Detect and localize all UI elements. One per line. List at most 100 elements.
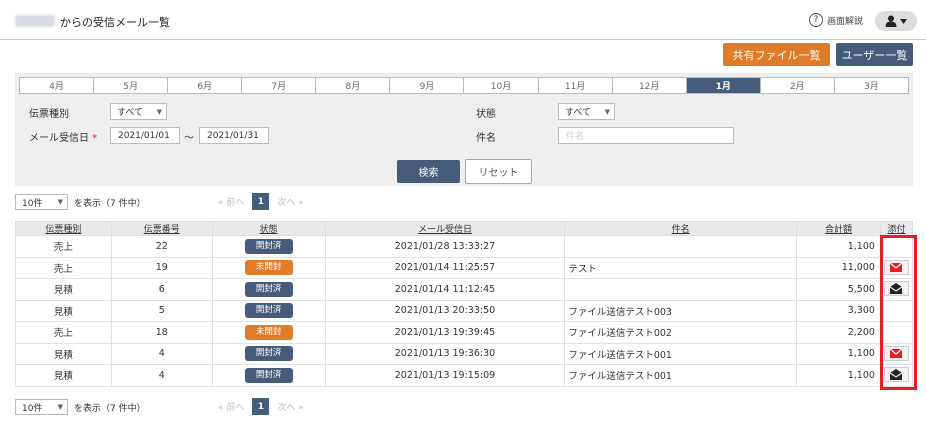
status-value: すべて [565, 108, 592, 118]
slip-number-link[interactable]: 4 [110, 364, 213, 387]
pager-bottom: « 前へ 1 次へ » [218, 398, 304, 415]
cell-slip-type: 見積 [15, 364, 112, 387]
question-circle-icon: ? [809, 13, 823, 27]
cell-subject [564, 235, 798, 258]
next-page-link[interactable]: 次へ » [277, 400, 303, 413]
status-badge: 未開封 [244, 324, 293, 340]
per-page-control-bottom: 10件 ▼ を表示（7 件中） [15, 399, 146, 415]
reset-button[interactable]: リセット [465, 159, 532, 184]
help-label: 画面解説 [827, 16, 864, 27]
result-summary: を表示（7 件中） [74, 198, 146, 209]
slip-type-select[interactable]: すべて ▼ [110, 103, 167, 120]
slip-number-link[interactable]: 19 [110, 256, 213, 279]
help-link[interactable]: ? 画面解説 [809, 13, 863, 27]
status-label: 状態 [476, 109, 496, 120]
table-header-row: 伝票種別 伝票番号 状態 メール受信日 件名 合計額 添付 [15, 221, 914, 236]
cell-subject: ファイル送信テスト001 [564, 342, 798, 365]
status-badge: 開封済 [244, 303, 293, 319]
month-tab[interactable]: 8月 [316, 78, 391, 93]
per-page-select-bottom[interactable]: 10件 ▼ [15, 399, 68, 415]
slip-type-value: すべて [117, 108, 144, 118]
month-tab[interactable]: 4月 [20, 78, 95, 93]
current-page[interactable]: 1 [252, 193, 270, 210]
caret-down-icon [900, 18, 907, 24]
month-tab[interactable]: 1月 [686, 78, 761, 93]
cell-status: 未開封 [211, 256, 326, 279]
col-header-slip-number[interactable]: 伝票番号 [110, 221, 213, 236]
month-tab[interactable]: 11月 [539, 78, 613, 93]
chevron-down-icon: ▼ [156, 108, 162, 116]
month-tab[interactable]: 2月 [761, 78, 835, 93]
page-title: からの受信メール一覧 [60, 16, 170, 29]
subject-label: 件名 [476, 133, 496, 144]
chevron-down-icon: ▼ [604, 108, 610, 116]
col-header-attachment[interactable]: 添付 [879, 221, 914, 236]
date-range-tilde: ～ [184, 133, 194, 144]
col-header-slip-type[interactable]: 伝票種別 [15, 221, 112, 236]
status-badge: 開封済 [244, 367, 293, 383]
col-header-received-date[interactable]: メール受信日 [324, 221, 566, 236]
cell-subject [564, 278, 798, 301]
cell-status: 未開封 [211, 321, 326, 344]
col-header-subject[interactable]: 件名 [564, 221, 798, 236]
date-from-input[interactable]: 2021/01/01 [110, 127, 180, 144]
per-page-control: 10件 ▼ を表示（7 件中） [15, 194, 146, 210]
status-badge: 開封済 [244, 238, 293, 254]
slip-number-link[interactable]: 5 [110, 299, 213, 322]
chevron-down-icon: ▼ [57, 198, 63, 206]
cell-status: 開封済 [211, 235, 326, 258]
cell-slip-type: 見積 [15, 299, 112, 322]
slip-number-link[interactable]: 6 [110, 278, 213, 301]
slip-number-link[interactable]: 22 [110, 235, 213, 258]
pager: « 前へ 1 次へ » [218, 193, 304, 210]
cell-total: 2,200 [796, 321, 881, 344]
cell-subject: ファイル送信テスト001 [564, 364, 798, 387]
slip-type-label: 伝票種別 [29, 109, 69, 120]
month-tab[interactable]: 7月 [242, 78, 317, 93]
page-header: からの受信メール一覧 ? 画面解説 [0, 0, 926, 40]
slip-number-link[interactable]: 18 [110, 321, 213, 344]
cell-total: 1,100 [796, 364, 881, 387]
table-row: 売上 22 開封済 2021/01/28 13:33:27 1,100 [15, 235, 914, 258]
month-tab[interactable]: 10月 [464, 78, 539, 93]
shared-files-button[interactable]: 共有ファイル一覧 [723, 43, 830, 66]
month-tab[interactable]: 5月 [94, 78, 169, 93]
per-page-select[interactable]: 10件 ▼ [15, 194, 68, 210]
cell-received-date: 2021/01/14 11:25:57 [324, 256, 566, 279]
month-tab[interactable]: 3月 [835, 78, 908, 93]
month-tab[interactable]: 12月 [613, 78, 687, 93]
cell-total: 11,000 [796, 256, 881, 279]
prev-page-link[interactable]: « 前へ [218, 400, 244, 413]
date-to-input[interactable]: 2021/01/31 [199, 127, 269, 144]
cell-received-date: 2021/01/13 20:33:50 [324, 299, 566, 322]
table-row: 売上 18 未開封 2021/01/13 19:39:45 ファイル送信テスト002 2,… [15, 321, 914, 344]
required-mark: * [92, 133, 98, 144]
user-list-button[interactable]: ユーザー一覧 [836, 43, 913, 66]
current-page[interactable]: 1 [252, 398, 270, 415]
col-header-status[interactable]: 状態 [211, 221, 326, 236]
status-badge: 未開封 [244, 260, 293, 276]
user-menu-button[interactable] [875, 11, 917, 31]
cell-slip-type: 売上 [15, 321, 112, 344]
search-panel: 4月 5月 6月 7月 8月 9月 10月 11月 12月 1月 2月 3月 伝票種別 すべて ▼ メー… [15, 73, 913, 186]
subject-input[interactable]: 件名 [558, 127, 734, 144]
slip-number-link[interactable]: 4 [110, 342, 213, 365]
col-header-total[interactable]: 合計額 [796, 221, 881, 236]
user-icon [885, 15, 897, 27]
cell-status: 開封済 [211, 299, 326, 322]
attachment-highlight-box [880, 235, 917, 390]
month-tab[interactable]: 6月 [168, 78, 243, 93]
cell-status: 開封済 [211, 342, 326, 365]
prev-page-link[interactable]: « 前へ [218, 195, 244, 208]
month-tab[interactable]: 9月 [390, 78, 465, 93]
cell-received-date: 2021/01/13 19:39:45 [324, 321, 566, 344]
month-tabs: 4月 5月 6月 7月 8月 9月 10月 11月 12月 1月 2月 3月 [19, 77, 909, 94]
cell-received-date: 2021/01/13 19:15:09 [324, 364, 566, 387]
next-page-link[interactable]: 次へ » [277, 195, 303, 208]
received-date-label: メール受信日 * [29, 129, 97, 144]
cell-slip-type: 売上 [15, 235, 112, 258]
table-row: 売上 19 未開封 2021/01/14 11:25:57 テスト 11,000 [15, 256, 914, 279]
status-select[interactable]: すべて ▼ [558, 103, 615, 120]
search-button[interactable]: 検索 [397, 160, 460, 183]
cell-slip-type: 見積 [15, 278, 112, 301]
